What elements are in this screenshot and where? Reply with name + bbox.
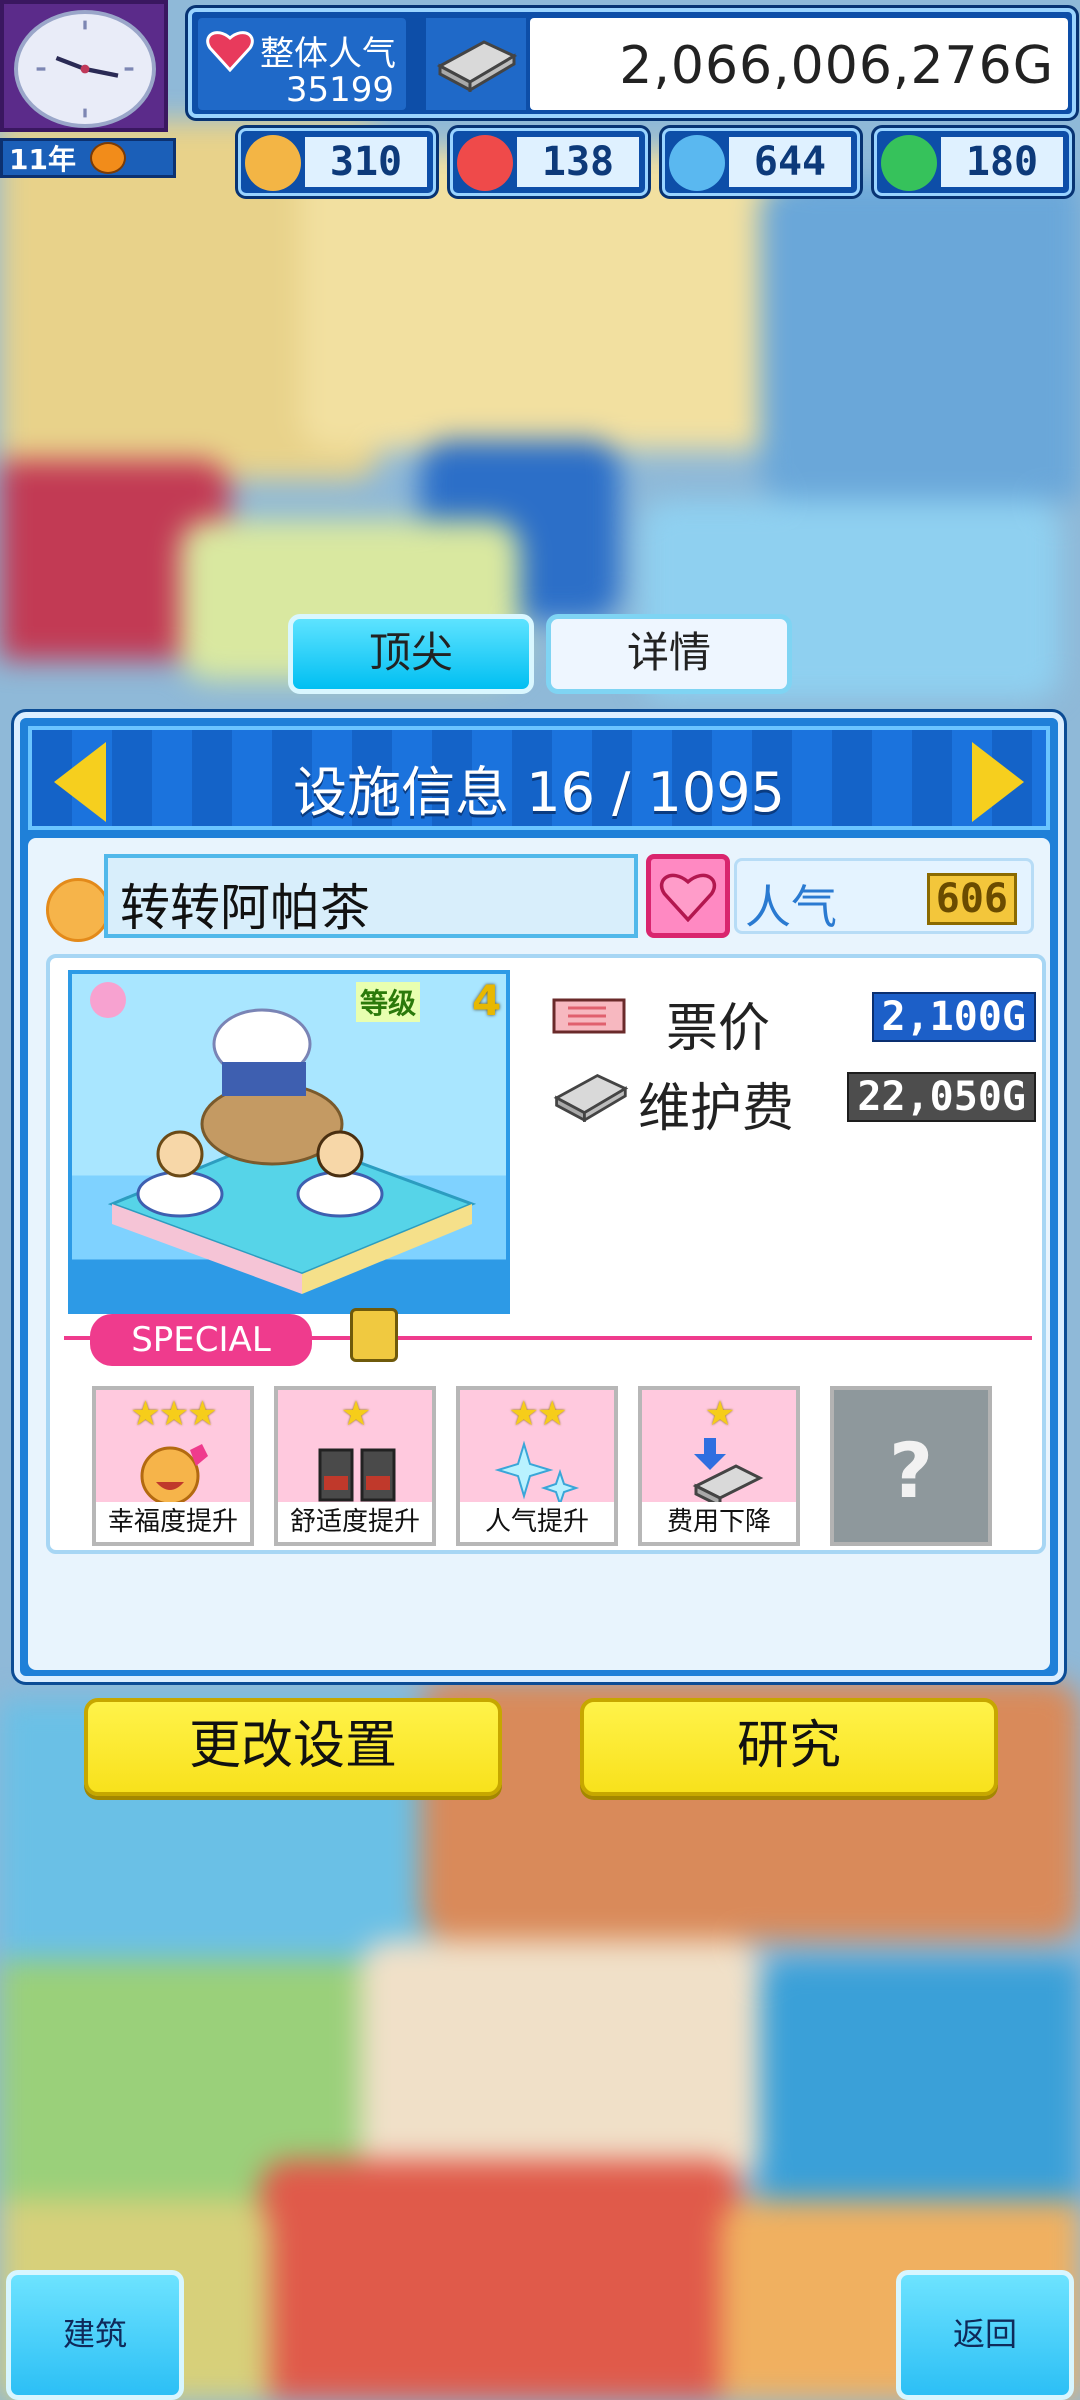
popularity-label: 整体人气 xyxy=(260,34,396,74)
special-caption: 人气提升 xyxy=(460,1502,614,1542)
clover-icon xyxy=(881,135,937,191)
next-arrow-icon[interactable] xyxy=(972,742,1024,822)
stat-value: 310 xyxy=(305,137,427,187)
happy-face-icon xyxy=(140,1444,208,1506)
facility-popularity: 人气 606 xyxy=(734,858,1034,934)
panel-header: 设施信息 16 / 1095 xyxy=(28,726,1050,830)
facility-info-card: 等级 4 票价 2,100G 维护费 22,050G SPECIAL ★★★ 幸… xyxy=(46,954,1046,1554)
smile-icon xyxy=(46,878,110,942)
star-rating: ★★ xyxy=(508,1394,568,1434)
facility-name-box[interactable]: 转转阿帕茶 xyxy=(104,854,638,938)
special-slot-cost-down[interactable]: ★ 费用下降 xyxy=(638,1386,800,1546)
stat-value: 644 xyxy=(729,137,851,187)
star-rating: ★ xyxy=(704,1394,735,1434)
special-slot-popularity[interactable]: ★★ 人气提升 xyxy=(456,1386,618,1546)
ticket-price-value: 2,100G xyxy=(871,992,1036,1042)
sparkle-icon xyxy=(494,1440,580,1508)
overall-popularity: 整体人气 35199 xyxy=(198,18,406,110)
popularity-value: 606 xyxy=(926,873,1017,925)
star-rating: ★★★ xyxy=(130,1394,217,1434)
ticket-icon xyxy=(552,998,626,1034)
money-icon xyxy=(553,1074,629,1122)
heart-icon xyxy=(206,31,254,72)
money-value: 2,066,006,276G xyxy=(619,36,1054,96)
popularity-label: 人气 xyxy=(745,880,837,934)
teacup-ride-illustration xyxy=(90,982,477,1294)
stat-water: 644 xyxy=(662,128,860,196)
stat-happiness: 310 xyxy=(238,128,436,196)
year-label: 11年 xyxy=(9,143,76,176)
special-caption: 舒适度提升 xyxy=(278,1502,432,1542)
back-button[interactable]: 返回 xyxy=(896,2270,1074,2400)
special-slot-comfort[interactable]: ★ 舒适度提升 xyxy=(274,1386,436,1546)
ticket-price-row: 票价 2,100G xyxy=(530,978,1050,1059)
special-slot-locked[interactable]: ? xyxy=(830,1386,992,1546)
year-indicator: 11年 xyxy=(0,138,176,178)
maintenance-label: 维护费 xyxy=(638,1079,795,1139)
ticket-price-label: 票价 xyxy=(666,999,771,1059)
money-display: 2,066,006,276G xyxy=(530,18,1068,110)
flame-icon xyxy=(457,135,513,191)
smile-icon xyxy=(245,135,301,191)
star-rating: ★ xyxy=(340,1394,371,1434)
heart-icon xyxy=(646,854,730,938)
money-icon xyxy=(426,18,526,110)
special-slot-happiness[interactable]: ★★★ 幸福度提升 xyxy=(92,1386,254,1546)
stat-value: 138 xyxy=(517,137,639,187)
change-settings-button[interactable]: 更改设置 xyxy=(84,1698,502,1796)
stat-nature: 180 xyxy=(874,128,1072,196)
build-button[interactable]: 建筑 xyxy=(6,2270,184,2400)
special-caption: 幸福度提升 xyxy=(96,1502,250,1542)
stat-value: 180 xyxy=(941,137,1063,187)
tab-details[interactable]: 详情 xyxy=(546,614,792,694)
panel-title: 设施信息 16 / 1095 xyxy=(293,761,785,824)
special-caption: 费用下降 xyxy=(642,1502,796,1542)
stat-fire: 138 xyxy=(450,128,648,196)
seats-icon xyxy=(318,1448,396,1502)
facility-image: 等级 4 xyxy=(68,970,510,1314)
facility-info-panel: 设施信息 16 / 1095 转转阿帕茶 人气 606 等级 4 票价 2,10… xyxy=(14,712,1064,1796)
research-button[interactable]: 研究 xyxy=(580,1698,998,1796)
panel-body: 转转阿帕茶 人气 606 等级 4 票价 2,100G 维护费 22,050G … xyxy=(28,838,1050,1796)
facility-name: 转转阿帕茶 xyxy=(120,879,370,937)
maintenance-row: 维护费 22,050G xyxy=(530,1058,1050,1139)
special-tag: SPECIAL xyxy=(90,1314,312,1366)
bell-icon xyxy=(350,1308,398,1362)
maintenance-value: 22,050G xyxy=(847,1072,1036,1122)
unknown-mark: ? xyxy=(888,1426,934,1515)
level-value: 4 xyxy=(472,976,502,1025)
pumpkin-icon xyxy=(89,142,126,174)
cost-down-icon xyxy=(692,1438,764,1508)
game-clock xyxy=(0,0,168,132)
clock-icon xyxy=(14,10,156,128)
water-drop-icon xyxy=(669,135,725,191)
top-status-panel: 整体人气 35199 2,066,006,276G xyxy=(188,8,1076,118)
level-label: 等级 xyxy=(356,982,421,1022)
popularity-value: 35199 xyxy=(285,70,394,110)
tab-top[interactable]: 顶尖 xyxy=(288,614,534,694)
